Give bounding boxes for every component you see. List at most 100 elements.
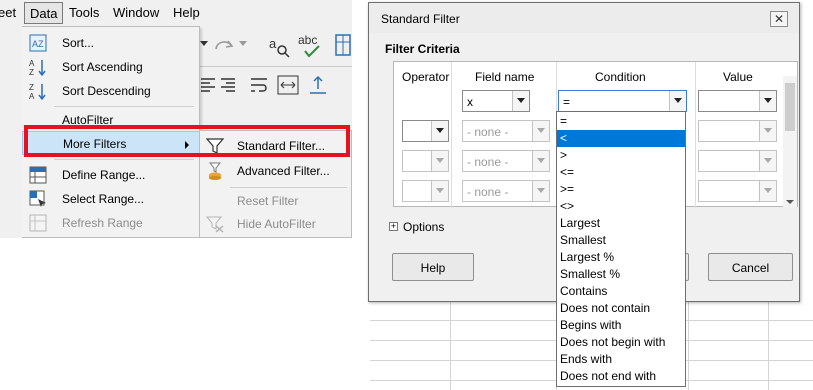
menu-item-label: Define Range... — [62, 168, 146, 182]
chevron-down-icon[interactable] — [759, 121, 776, 141]
chevron-down-icon[interactable] — [512, 91, 529, 111]
dropdown-option[interactable]: Contains — [557, 283, 685, 300]
field-name-select-2[interactable]: - none - — [462, 120, 550, 142]
condition-select-1[interactable]: = — [558, 90, 687, 112]
value-combo-1[interactable] — [698, 90, 777, 112]
dropdown-option[interactable]: > — [557, 147, 685, 164]
field-name-select-3[interactable]: - none - — [462, 150, 550, 172]
submenu-item-advanced-filter[interactable]: Advanced Filter... — [200, 158, 352, 184]
dropdown-arrow-icon[interactable] — [200, 41, 208, 47]
scroll-down-icon[interactable] — [786, 200, 794, 204]
menu-separator — [54, 106, 194, 107]
menu-sheet[interactable]: eet — [0, 5, 16, 20]
submenu-item-hide-autofilter[interactable]: Hide AutoFilter — [200, 211, 352, 237]
column-header-field-name: Field name — [475, 70, 535, 84]
value-combo-3[interactable] — [698, 150, 777, 172]
field-name-select-4[interactable]: - none - — [462, 180, 550, 202]
dropdown-option[interactable]: Begins with — [557, 317, 685, 334]
grid-line — [688, 300, 689, 390]
chevron-down-icon[interactable] — [431, 151, 448, 171]
operator-select-4[interactable] — [402, 180, 449, 202]
chevron-down-icon[interactable] — [669, 91, 686, 111]
condition-value: = — [563, 95, 571, 109]
chevron-down-icon[interactable] — [431, 121, 448, 141]
condition-dropdown-list: = < > <= >= <> Largest Smallest Largest % Smalles… — [556, 111, 686, 387]
wrap-text-icon[interactable] — [251, 77, 267, 93]
menu-tools[interactable]: Tools — [69, 5, 99, 20]
operator-select-3[interactable] — [402, 150, 449, 172]
dropdown-option[interactable]: <= — [557, 164, 685, 181]
field-name-value: x — [467, 95, 473, 109]
menu-item-sort-ascending[interactable]: AZ Sort Ascending — [22, 55, 200, 79]
column-header-value: Value — [723, 70, 753, 84]
menu-item-sort-descending[interactable]: ZA Sort Descending — [22, 79, 200, 103]
align-right-icon[interactable] — [221, 77, 235, 93]
menu-window[interactable]: Window — [113, 5, 159, 20]
dropdown-option[interactable]: Does not contain — [557, 300, 685, 317]
value-combo-4[interactable] — [698, 180, 777, 202]
dropdown-option[interactable]: Largest % — [557, 249, 685, 266]
grid-line — [768, 300, 769, 390]
field-name-select-1[interactable]: x — [462, 90, 530, 112]
chevron-down-icon[interactable] — [431, 181, 448, 201]
align-left-icon[interactable] — [201, 77, 215, 93]
menu-data[interactable]: Data — [24, 2, 64, 24]
dropdown-option[interactable]: Smallest — [557, 232, 685, 249]
dropdown-option[interactable]: = — [557, 113, 685, 130]
menu-item-select-range[interactable]: Select Range... — [22, 187, 200, 211]
chevron-down-icon[interactable] — [532, 181, 549, 201]
chevron-down-icon[interactable] — [759, 181, 776, 201]
sort-dialog-icon: AZ — [29, 34, 47, 52]
svg-text:Z: Z — [29, 68, 34, 76]
dropdown-option[interactable]: >= — [557, 181, 685, 198]
dropdown-option[interactable]: Smallest % — [557, 266, 685, 283]
svg-text:abc: abc — [298, 33, 317, 47]
menubar: eet Data Tools Window Help — [0, 0, 352, 26]
close-button[interactable]: ✕ — [770, 11, 788, 27]
redo-icon[interactable] — [213, 36, 235, 54]
dialog-title: Standard Filter — [381, 12, 460, 26]
column-header-operator: Operator — [402, 70, 450, 84]
svg-text:A: A — [29, 59, 35, 68]
submenu-item-label: Reset Filter — [237, 194, 299, 208]
spelling-icon[interactable]: abc — [297, 32, 325, 60]
vertical-align-icon[interactable] — [309, 75, 327, 95]
value-combo-2[interactable] — [698, 120, 777, 142]
svg-text:Z: Z — [29, 83, 34, 92]
menu-item-label: Sort Descending — [62, 84, 151, 98]
menu-help[interactable]: Help — [173, 5, 200, 20]
standard-toolbar: a abc — [195, 28, 352, 66]
chevron-down-icon[interactable] — [759, 151, 776, 171]
dropdown-option[interactable]: Largest — [557, 215, 685, 232]
menu-item-define-range[interactable]: Define Range... — [22, 163, 200, 187]
highlight-annotation-box — [24, 125, 350, 157]
merge-cells-icon[interactable] — [277, 75, 299, 95]
chevron-down-icon[interactable] — [759, 91, 776, 111]
criteria-scrollbar[interactable] — [783, 76, 797, 207]
dropdown-arrow-icon[interactable] — [239, 41, 247, 47]
cancel-button[interactable]: Cancel — [708, 253, 793, 281]
field-name-value: - none - — [467, 185, 509, 199]
close-icon: ✕ — [773, 12, 785, 26]
dropdown-option[interactable]: < — [557, 130, 685, 147]
operator-select-2[interactable] — [402, 120, 449, 142]
menu-item-refresh-range[interactable]: Refresh Range — [22, 211, 200, 235]
expand-plus-icon[interactable]: + — [389, 222, 398, 231]
options-expander-label[interactable]: Options — [403, 220, 444, 234]
menu-item-sort[interactable]: AZ Sort... — [22, 31, 200, 55]
menu-item-label: Sort Ascending — [62, 60, 143, 74]
dropdown-option[interactable]: Ends with — [557, 351, 685, 368]
filter-criteria-heading: Filter Criteria — [385, 42, 460, 56]
dropdown-option[interactable]: Does not begin with — [557, 334, 685, 351]
grid-icon[interactable] — [335, 34, 351, 56]
help-button[interactable]: Help — [392, 253, 474, 281]
field-name-value: - none - — [467, 155, 509, 169]
scrollbar-thumb[interactable] — [785, 83, 795, 131]
find-replace-icon[interactable]: a — [267, 34, 291, 58]
chevron-down-icon[interactable] — [532, 121, 549, 141]
dropdown-option[interactable]: Does not end with — [557, 368, 685, 385]
column-header-condition: Condition — [595, 70, 646, 84]
table-grid-line — [695, 62, 696, 208]
dropdown-option[interactable]: <> — [557, 198, 685, 215]
chevron-down-icon[interactable] — [532, 151, 549, 171]
